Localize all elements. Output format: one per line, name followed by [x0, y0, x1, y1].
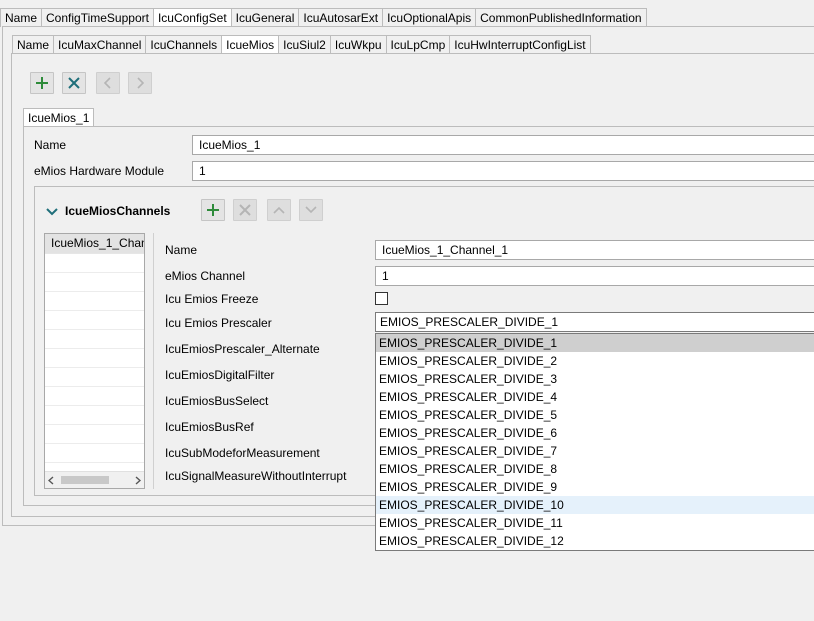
- horizontal-scrollbar[interactable]: [45, 471, 144, 488]
- plus-icon: [207, 204, 219, 216]
- chevron-right-icon: [137, 77, 145, 89]
- emios-prescaler-select[interactable]: EMIOS_PRESCALER_DIVIDE_1: [375, 312, 814, 332]
- emios-freeze-label: Icu Emios Freeze: [165, 292, 259, 306]
- hw-module-label: eMios Hardware Module: [34, 164, 165, 178]
- bus-select-label: IcuEmiosBusSelect: [165, 394, 269, 408]
- close-icon: [68, 77, 80, 89]
- digital-filter-label: IcuEmiosDigitalFilter: [165, 368, 275, 382]
- dropdown-option[interactable]: EMIOS_PRESCALER_DIVIDE_8: [376, 460, 814, 478]
- move-down-button[interactable]: [299, 199, 323, 221]
- scrollbar-thumb[interactable]: [61, 476, 109, 484]
- add-button[interactable]: [30, 72, 54, 94]
- tab-config-time-support[interactable]: ConfigTimeSupport: [41, 8, 154, 27]
- emios-prescaler-label: Icu Emios Prescaler: [165, 316, 272, 330]
- instance-tab-bar: IcueMios_1: [23, 108, 95, 127]
- scroll-left-icon[interactable]: [48, 476, 54, 485]
- dropdown-option[interactable]: EMIOS_PRESCALER_DIVIDE_12: [376, 532, 814, 550]
- tab-icu-lp-cmp[interactable]: IcuLpCmp: [385, 35, 451, 54]
- dropdown-option[interactable]: EMIOS_PRESCALER_DIVIDE_5: [376, 406, 814, 424]
- dropdown-option[interactable]: EMIOS_PRESCALER_DIVIDE_10: [376, 496, 814, 514]
- tab-icu-hw-interrupt-config-list[interactable]: IcuHwInterruptConfigList: [449, 35, 591, 54]
- chevron-up-icon: [273, 206, 285, 214]
- remove-button[interactable]: [62, 72, 86, 94]
- form-separator: [153, 233, 154, 489]
- tab-sub-name[interactable]: Name: [12, 35, 55, 54]
- tab-icu-wkpu[interactable]: IcuWkpu: [329, 35, 387, 54]
- move-left-button[interactable]: [96, 72, 120, 94]
- dropdown-option[interactable]: EMIOS_PRESCALER_DIVIDE_7: [376, 442, 814, 460]
- move-right-button[interactable]: [128, 72, 152, 94]
- bus-ref-label: IcuEmiosBusRef: [165, 420, 254, 434]
- move-up-button[interactable]: [267, 199, 291, 221]
- dropdown-option[interactable]: EMIOS_PRESCALER_DIVIDE_3: [376, 370, 814, 388]
- signal-measure-label: IcuSignalMeasureWithoutInterrupt: [165, 469, 347, 483]
- add-channel-button[interactable]: [201, 199, 225, 221]
- tab-common-published-information[interactable]: CommonPublishedInformation: [475, 8, 647, 27]
- dropdown-option[interactable]: EMIOS_PRESCALER_DIVIDE_6: [376, 424, 814, 442]
- list-empty-rows: [45, 254, 144, 472]
- chevron-left-icon: [103, 77, 111, 89]
- channel-name-label: Name: [165, 243, 198, 257]
- dropdown-option[interactable]: EMIOS_PRESCALER_DIVIDE_11: [376, 514, 814, 532]
- tab-icu-general[interactable]: IcuGeneral: [230, 8, 300, 27]
- emios-channel-field[interactable]: 1: [375, 266, 814, 286]
- tab-icue-mios-1[interactable]: IcueMios_1: [23, 108, 95, 127]
- list-item[interactable]: IcueMios_1_Chan: [45, 234, 144, 254]
- channel-name-field[interactable]: IcueMios_1_Channel_1: [375, 240, 814, 260]
- dropdown-option[interactable]: EMIOS_PRESCALER_DIVIDE_9: [376, 478, 814, 496]
- channels-section-title: IcueMiosChannels: [65, 204, 171, 218]
- name-label: Name: [34, 138, 67, 152]
- tab-icue-mios[interactable]: IcueMios: [221, 35, 280, 54]
- emios-channel-label: eMios Channel: [165, 269, 246, 283]
- scroll-right-icon[interactable]: [135, 476, 141, 485]
- chevron-down-icon: [305, 206, 317, 214]
- chevron-down-icon[interactable]: [46, 207, 58, 217]
- dropdown-option[interactable]: EMIOS_PRESCALER_DIVIDE_1: [376, 334, 814, 352]
- top-tab-bar: Name ConfigTimeSupport IcuConfigSet IcuG…: [0, 8, 647, 27]
- tab-icu-config-set[interactable]: IcuConfigSet: [152, 8, 232, 27]
- dropdown-option[interactable]: EMIOS_PRESCALER_DIVIDE_4: [376, 388, 814, 406]
- tab-icu-optional-apis[interactable]: IcuOptionalApis: [382, 8, 477, 27]
- plus-icon: [36, 77, 48, 89]
- tab-icu-siul2[interactable]: IcuSiul2: [278, 35, 331, 54]
- prescaler-dropdown-list: EMIOS_PRESCALER_DIVIDE_1 EMIOS_PRESCALER…: [375, 333, 814, 551]
- dropdown-option[interactable]: EMIOS_PRESCALER_DIVIDE_2: [376, 352, 814, 370]
- sub-tab-bar: Name IcuMaxChannel IcuChannels IcueMios …: [12, 35, 591, 54]
- tab-icu-max-channel[interactable]: IcuMaxChannel: [53, 35, 147, 54]
- remove-channel-button[interactable]: [233, 199, 257, 221]
- tab-name[interactable]: Name: [0, 8, 43, 27]
- prescaler-alternate-label: IcuEmiosPrescaler_Alternate: [165, 342, 320, 356]
- tab-icu-channels[interactable]: IcuChannels: [145, 35, 223, 54]
- channel-list: IcueMios_1_Chan: [44, 233, 145, 489]
- submode-label: IcuSubModeforMeasurement: [165, 446, 320, 460]
- emios-freeze-checkbox[interactable]: [375, 292, 388, 305]
- hw-module-field[interactable]: 1: [192, 161, 814, 181]
- name-field[interactable]: IcueMios_1: [192, 135, 814, 155]
- tab-icu-autosar-ext[interactable]: IcuAutosarExt: [298, 8, 384, 27]
- close-icon: [239, 204, 251, 216]
